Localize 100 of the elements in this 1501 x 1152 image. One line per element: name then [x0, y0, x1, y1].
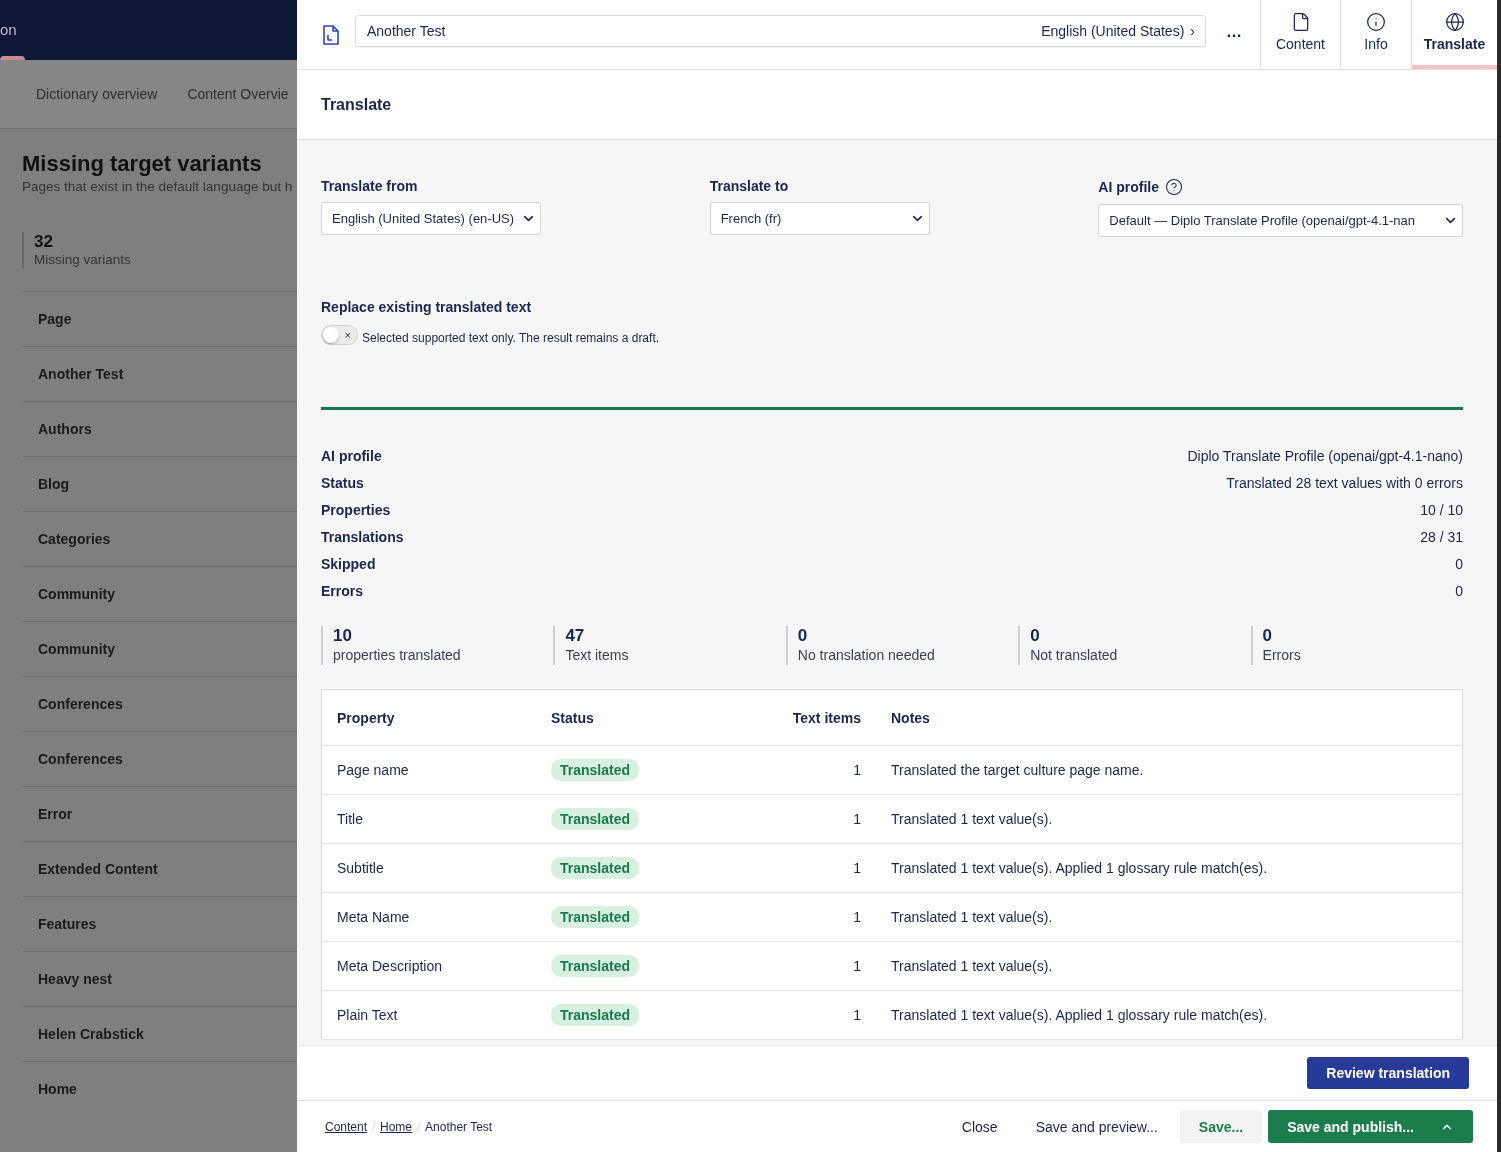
summary-label: Skipped	[321, 555, 376, 572]
table-cell: Page name	[321, 745, 536, 795]
review-button[interactable]: Review translation	[1307, 1057, 1469, 1089]
stat-label: Not translated	[1030, 647, 1119, 663]
action-button[interactable]: Close	[945, 1110, 1014, 1143]
info-icon	[1366, 12, 1386, 32]
field-label: Translate from	[321, 178, 418, 194]
field-label: Translate to	[709, 178, 789, 194]
field-label: Replace existing translated text	[321, 299, 533, 315]
table-cell: Translated 1 text value(s).	[876, 892, 1463, 942]
list-item-text: Blog	[38, 476, 70, 492]
breadcrumb-link[interactable]: Content	[325, 1119, 368, 1134]
status-badge: Translated	[551, 955, 640, 977]
stat-value: 47	[565, 626, 586, 646]
table-cell: Subtitle	[321, 843, 536, 893]
stat-value: 10	[333, 626, 353, 646]
stat-value: 32	[34, 232, 54, 252]
hint-text: Selected supported text only. The result remains a draft.	[362, 331, 660, 345]
stat-label: Missing variants	[34, 252, 132, 267]
stat-value: 0	[797, 626, 809, 646]
view-tab[interactable]: Translate	[1411, 0, 1497, 69]
list-item-text: Heavy nest	[38, 971, 112, 987]
page-subtitle: Pages that exist in the default language but h	[22, 179, 294, 194]
summary-label: Translations	[321, 528, 404, 545]
select-field[interactable]: Default — Diplo Translate Profile (openai/gpt-4.1-nan	[1098, 204, 1464, 237]
table-cell: 1	[736, 843, 876, 893]
list-item-text: Authors	[38, 421, 92, 437]
status-badge: Translated	[551, 1004, 640, 1026]
summary-value: Diplo Translate Profile (openai/gpt-4.1-nano)	[1187, 447, 1463, 464]
action-button[interactable]: Save and publish...	[1268, 1110, 1473, 1143]
help-icon[interactable]	[1165, 178, 1183, 196]
table-cell: Meta Description	[321, 941, 536, 991]
table-cell: 1	[736, 745, 876, 795]
stat-value: 0	[1030, 626, 1041, 646]
breadcrumb-current: Another Test	[425, 1119, 493, 1134]
table-cell: 1	[736, 990, 876, 1040]
select-field[interactable]: French (fr)	[709, 202, 930, 235]
list-item-text: Extended Content	[38, 861, 158, 877]
list-item-text: Another Test	[38, 366, 124, 382]
list-item-text: Helen Crabstick	[38, 1026, 144, 1042]
stat-label: properties translated	[333, 647, 462, 663]
table-cell: 1	[736, 941, 876, 991]
name-value: Another Test	[367, 23, 446, 39]
panel-title: Translate	[321, 95, 392, 114]
list-item-text: Categories	[38, 531, 111, 547]
select-field[interactable]: English (United States) (en-US)	[321, 202, 541, 235]
summary-label: AI profile	[321, 447, 382, 464]
name-field[interactable]: Another Test English (United States) ›	[355, 15, 1206, 47]
culture-button[interactable]: English (United States) ›	[1041, 23, 1195, 39]
table-cell: Plain Text	[321, 990, 536, 1040]
status-badge: Translated	[551, 906, 640, 928]
summary-value: 0	[1455, 582, 1463, 599]
field-label: AI profile	[1098, 179, 1159, 195]
status-badge: Translated	[551, 808, 640, 830]
table-cell: 1	[736, 892, 876, 942]
stat-label: Errors	[1262, 647, 1302, 663]
summary-label: Errors	[321, 582, 364, 599]
list-item-text: Conferences	[38, 696, 123, 712]
column-header: Text items	[736, 689, 876, 746]
summary-value: 0	[1455, 555, 1463, 572]
column-header: Notes	[876, 689, 1463, 746]
table-cell: Title	[321, 794, 536, 844]
document-icon	[321, 24, 341, 46]
table-cell: Translated the target culture page name.	[876, 745, 1463, 795]
table-cell: Translated 1 text value(s).	[876, 794, 1463, 844]
table-cell: Translated 1 text value(s).	[876, 941, 1463, 991]
list-item-text: Community	[38, 586, 115, 602]
toggle-switch[interactable]: ×	[321, 325, 358, 345]
action-button[interactable]: Save and preview...	[1019, 1110, 1174, 1143]
summary-value: Translated 28 text values with 0 errors	[1226, 474, 1463, 491]
table-cell: Translated 1 text value(s). Applied 1 glossary rule match(es).	[876, 843, 1463, 893]
summary-value: 10 / 10	[1420, 501, 1463, 518]
column-header: Status	[536, 689, 736, 746]
table-cell: Meta Name	[321, 892, 536, 942]
breadcrumb-link[interactable]: Home	[380, 1119, 413, 1134]
column-header: Property	[321, 689, 536, 746]
list-item-text: Error	[38, 806, 73, 822]
page-tab[interactable]: Dictionary overview	[36, 86, 158, 102]
active-indicator	[0, 56, 25, 60]
stat-value: 0	[1262, 626, 1274, 646]
list-item-text: Community	[38, 641, 115, 657]
stat-label: No translation needed	[797, 647, 936, 663]
page-title: Missing target variants	[22, 151, 263, 177]
stat-label: Text items	[565, 647, 630, 663]
page-tab[interactable]: Content Overvie	[187, 86, 289, 102]
list-item-text: Page	[38, 311, 72, 327]
list-item-text: Features	[38, 916, 97, 932]
list-item-text: Conferences	[38, 751, 123, 767]
header-text: on	[0, 21, 18, 38]
summary-label: Status	[321, 474, 364, 491]
status-badge: Translated	[551, 857, 640, 879]
table-cell: 1	[736, 794, 876, 844]
summary-label: Properties	[321, 501, 391, 518]
table-cell: Translated 1 text value(s). Applied 1 glossary rule match(es).	[876, 990, 1463, 1040]
status-badge: Translated	[551, 759, 640, 781]
summary-value: 28 / 31	[1420, 528, 1463, 545]
list-item-text: Home	[38, 1081, 77, 1097]
more-button[interactable]: …	[1220, 21, 1248, 43]
action-button[interactable]: Save...	[1179, 1110, 1263, 1143]
globe-icon	[1444, 12, 1465, 32]
